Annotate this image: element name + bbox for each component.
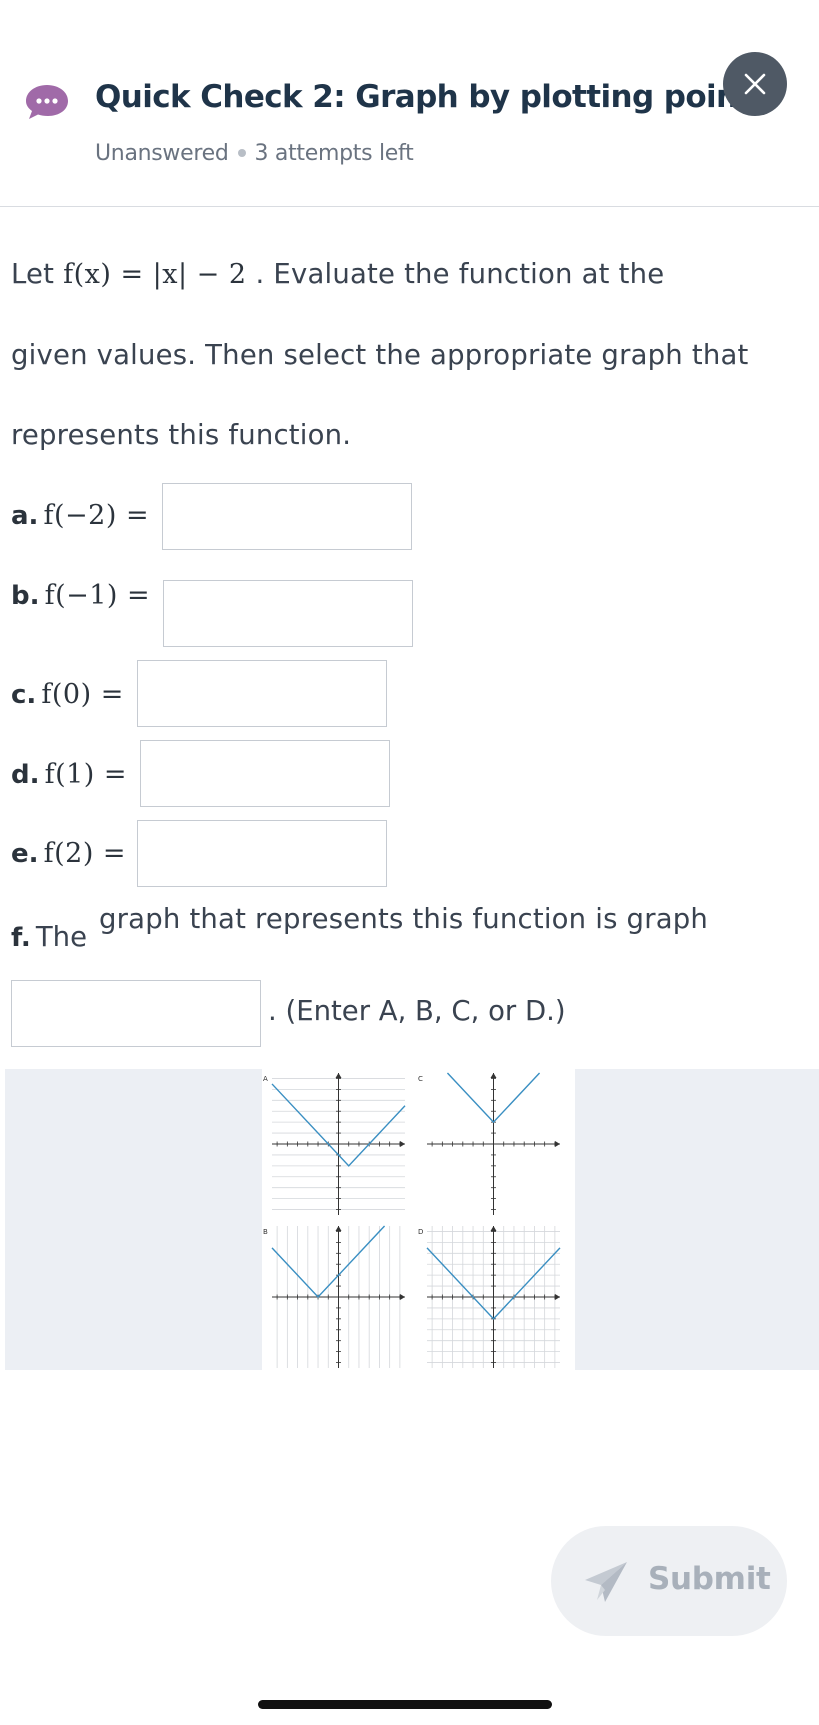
question-prefix: Let	[11, 258, 55, 290]
graph-label: B	[263, 1228, 268, 1236]
answer-input-b[interactable]	[163, 580, 413, 647]
y-axis-arrow-icon	[335, 1073, 342, 1078]
graph-option-c: C	[418, 1072, 560, 1215]
part-d: d. f(1) =	[11, 759, 127, 790]
answer-input-d[interactable]	[140, 740, 390, 807]
part-letter: a.	[11, 501, 39, 531]
attempts-text: 3 attempts left	[254, 141, 414, 166]
graph-option-b: B	[263, 1225, 405, 1368]
question-suffix: . Evaluate the function at the	[255, 258, 665, 290]
part-letter: b.	[11, 581, 40, 611]
graph-label: C	[418, 1075, 423, 1083]
answer-input-e[interactable]	[137, 820, 387, 887]
part-c: c. f(0) =	[11, 679, 124, 710]
part-b: b. f(−1) =	[11, 580, 150, 611]
home-indicator[interactable]	[258, 1700, 552, 1709]
close-icon	[744, 73, 766, 95]
part-letter: c.	[11, 680, 37, 710]
graph-option-d: D	[418, 1226, 561, 1368]
graph-choices-image: A C B D	[262, 1069, 575, 1370]
y-axis-arrow-icon	[490, 1226, 497, 1231]
part-expression: f(−2) =	[43, 500, 150, 531]
part-a: a. f(−2) =	[11, 500, 149, 531]
part-expression: f(1) =	[44, 759, 128, 790]
page-title: Quick Check 2: Graph by plotting points	[95, 79, 770, 115]
x-axis-arrow-icon	[400, 1141, 405, 1147]
graph-option-a: A	[263, 1073, 406, 1215]
part-letter: e.	[11, 839, 39, 869]
question-line-2: given values. Then select the appropriat…	[11, 339, 749, 371]
part-f: f. The	[11, 921, 87, 953]
x-axis-arrow-icon	[400, 1294, 405, 1300]
question-line-3: represents this function.	[11, 419, 352, 451]
y-axis-arrow-icon	[335, 1226, 342, 1231]
part-expression: f(2) =	[43, 838, 127, 869]
header: Quick Check 2: Graph by plotting points …	[0, 0, 819, 207]
answer-hint: . (Enter A, B, C, or D.)	[268, 995, 566, 1027]
y-axis-arrow-icon	[490, 1073, 497, 1078]
question-line-1: Let f(x) = |x| − 2 . Evaluate the functi…	[11, 258, 664, 290]
part-e: e. f(2) =	[11, 838, 126, 869]
graph-label: A	[263, 1075, 268, 1083]
send-icon	[585, 1562, 627, 1602]
close-button[interactable]	[723, 52, 787, 116]
graph-choices-svg: A C B D	[263, 1072, 561, 1368]
answer-input-c[interactable]	[137, 660, 387, 727]
status-text: Unanswered	[95, 141, 229, 166]
part-f-word: The	[35, 921, 88, 953]
x-axis-arrow-icon	[555, 1141, 560, 1147]
graph-label: D	[418, 1228, 423, 1236]
status-line: Unanswered 3 attempts left	[95, 141, 414, 166]
part-f-text: graph that represents this function is g…	[99, 903, 709, 935]
submit-button[interactable]: Submit	[551, 1526, 787, 1636]
part-expression: f(−1) =	[44, 580, 151, 611]
answer-input-f[interactable]	[11, 980, 261, 1047]
submit-label: Submit	[648, 1561, 771, 1597]
separator-dot-icon	[237, 148, 246, 157]
part-letter: f.	[11, 923, 31, 953]
function-definition: f(x) = |x| − 2	[63, 259, 247, 290]
chat-bubble-icon[interactable]	[24, 83, 70, 121]
x-axis-arrow-icon	[555, 1294, 560, 1300]
answer-input-a[interactable]	[162, 483, 412, 550]
part-letter: d.	[11, 760, 40, 790]
part-expression: f(0) =	[41, 679, 124, 710]
